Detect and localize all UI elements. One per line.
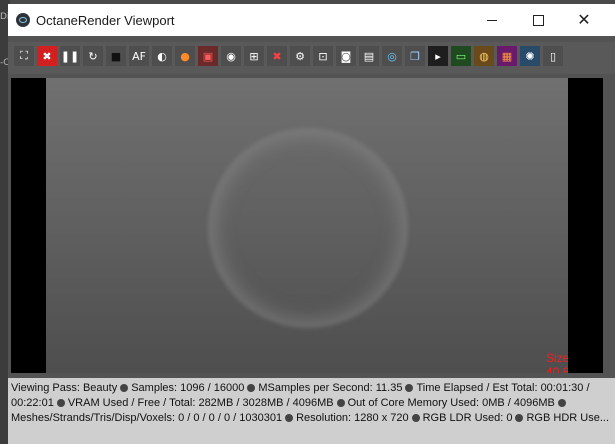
separator-dot-icon: [336, 399, 345, 407]
render-viewport[interactable]: Size : 40.83%: [11, 78, 603, 373]
export-icon: ◎: [387, 49, 397, 63]
status-item: Resolution: 1280 x 720: [296, 412, 409, 424]
focus-picker-icon: ⊡: [318, 49, 328, 63]
maximize-button[interactable]: [515, 4, 561, 36]
separator-dot-icon: [515, 414, 524, 422]
stop-icon: ■: [110, 49, 122, 63]
console-icon: ▸: [435, 49, 441, 63]
close-button[interactable]: ✕: [561, 4, 607, 36]
camera-icon: ◉: [226, 49, 236, 63]
checker-icon: ▦: [501, 49, 513, 63]
minimize-button[interactable]: [469, 4, 515, 36]
title-bar[interactable]: OctaneRender Viewport ✕: [8, 4, 615, 36]
separator-dot-icon: [285, 414, 294, 422]
layers-button[interactable]: ❐: [405, 46, 425, 66]
pause-icon: ❚❚: [60, 49, 80, 63]
layers-icon: ❐: [410, 49, 420, 63]
status-item: RGB HDR Use...: [526, 412, 609, 424]
octane-viewport-window: OctaneRender Viewport ✕ ⛶ ✖ ❚❚ ↻ ■ AF ◐ ● ▣ ◉ ⊞ ✖ ⚙ ⊡…: [8, 4, 615, 444]
status-line: Meshes/Strands/Tris/Disp/Voxels: 0 / 0 /…: [11, 411, 612, 426]
material-picker-icon: ⊞: [249, 49, 259, 63]
document-icon: ▯: [549, 49, 557, 63]
snapshot-icon: ◙: [340, 49, 352, 63]
stop-render-icon: ✖: [42, 49, 52, 63]
region-render-button[interactable]: ▣: [198, 46, 218, 66]
clear-icon: ✖: [272, 49, 282, 63]
restart-icon: ↻: [88, 49, 98, 63]
status-item: VRAM Used / Free / Total: 282MB / 3028MB…: [67, 397, 334, 409]
settings-icon: ⚙: [295, 49, 305, 63]
color-picker-icon: ●: [180, 49, 190, 63]
camera-button[interactable]: ◉: [221, 46, 241, 66]
fit-view-icon: ⛶: [20, 49, 28, 62]
checker-button[interactable]: ▦: [497, 46, 517, 66]
lock-icon: ◐: [157, 49, 167, 63]
lock-button[interactable]: ◐: [152, 46, 172, 66]
stop-button[interactable]: ■: [106, 46, 126, 66]
portrait-icon: ◍: [479, 49, 489, 63]
octane-logo-icon: [16, 13, 30, 27]
size-label: Size : 40.83%: [546, 351, 568, 373]
status-item: Viewing Pass: Beauty: [11, 382, 118, 394]
gear-world-icon: ✺: [525, 49, 535, 63]
status-item: MSamples per Second: 11.35: [258, 382, 403, 394]
region-render-icon: ▣: [202, 49, 214, 63]
monitor-button[interactable]: ▭: [451, 46, 471, 66]
restart-button[interactable]: ↻: [83, 46, 103, 66]
window-title: OctaneRender Viewport: [36, 13, 175, 28]
separator-dot-icon: [405, 384, 414, 392]
maximize-icon: [532, 14, 544, 26]
status-item: RGB LDR Used: 0: [422, 412, 513, 424]
settings-button[interactable]: ⚙: [290, 46, 310, 66]
save-image-button[interactable]: ▤: [359, 46, 379, 66]
status-bar: Viewing Pass: Beauty Samples: 1096 / 1600…: [8, 378, 615, 444]
status-item: Time Elapsed / Est Total: 00:01:30 /: [416, 382, 590, 394]
render-image[interactable]: Size : 40.83%: [46, 78, 568, 373]
status-line: Viewing Pass: Beauty Samples: 1096 / 1600…: [11, 381, 612, 396]
snapshot-button[interactable]: ◙: [336, 46, 356, 66]
portrait-button[interactable]: ◍: [474, 46, 494, 66]
close-icon: ✕: [577, 10, 591, 29]
status-item: Out of Core Memory Used: 0MB / 4096MB: [347, 397, 555, 409]
minimize-icon: [487, 19, 497, 21]
status-item: 00:22:01: [11, 397, 54, 409]
stop-render-button[interactable]: ✖: [37, 46, 57, 66]
status-line: 00:22:01 VRAM Used / Free / Total: 282MB …: [11, 396, 612, 411]
monitor-icon: ▭: [455, 49, 467, 63]
status-item: Samples: 1096 / 16000: [131, 382, 245, 394]
fit-view-button[interactable]: ⛶: [14, 46, 34, 66]
console-button[interactable]: ▸: [428, 46, 448, 66]
separator-dot-icon: [557, 399, 566, 407]
document-button[interactable]: ▯: [543, 46, 563, 66]
color-picker-button[interactable]: ●: [175, 46, 195, 66]
auto-focus-icon: AF: [132, 49, 146, 63]
separator-dot-icon: [56, 399, 65, 407]
auto-focus-button[interactable]: AF: [129, 46, 149, 66]
save-image-icon: ▤: [363, 49, 375, 63]
pause-button[interactable]: ❚❚: [60, 46, 80, 66]
material-picker-button[interactable]: ⊞: [244, 46, 264, 66]
separator-dot-icon: [247, 384, 256, 392]
gear-world-button[interactable]: ✺: [520, 46, 540, 66]
viewport-toolbar: ⛶ ✖ ❚❚ ↻ ■ AF ◐ ● ▣ ◉ ⊞ ✖ ⚙ ⊡ ◙ ▤ ◎ ❐ ▸ ▭ ◍ ▦ ✺ ▯: [8, 42, 615, 74]
clear-button[interactable]: ✖: [267, 46, 287, 66]
focus-picker-button[interactable]: ⊡: [313, 46, 333, 66]
status-item: Meshes/Strands/Tris/Disp/Voxels: 0 / 0 /…: [11, 412, 283, 424]
export-button[interactable]: ◎: [382, 46, 402, 66]
separator-dot-icon: [120, 384, 129, 392]
separator-dot-icon: [411, 414, 420, 422]
